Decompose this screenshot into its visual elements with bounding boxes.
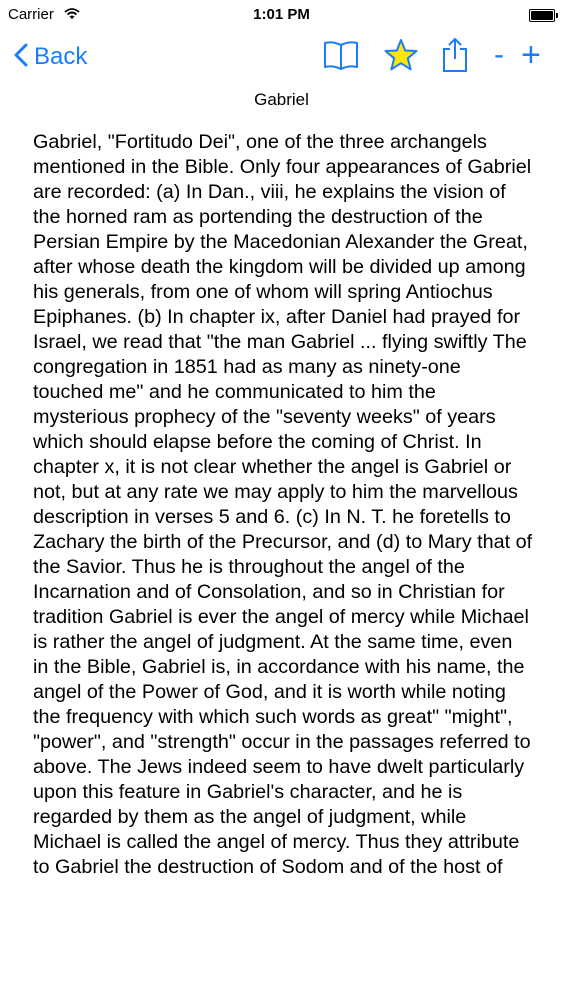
font-increase-button[interactable]: + — [521, 38, 541, 72]
star-icon[interactable] — [383, 38, 419, 77]
status-time: 1:01 PM — [253, 6, 310, 23]
back-label: Back — [34, 43, 88, 70]
page-title: Gabriel — [254, 90, 309, 109]
back-button[interactable]: Back — [14, 40, 87, 74]
status-bar: Carrier 1:01 PM — [0, 0, 563, 30]
battery-icon — [529, 9, 558, 22]
navigation-bar: Back - + — [0, 30, 563, 86]
book-icon[interactable] — [322, 38, 360, 77]
share-icon[interactable] — [440, 36, 470, 79]
back-chevron-icon — [14, 43, 28, 72]
article-body: Gabriel, "Fortitudo Dei", one of the thr… — [33, 131, 533, 878]
font-decrease-button[interactable]: - — [494, 38, 504, 72]
